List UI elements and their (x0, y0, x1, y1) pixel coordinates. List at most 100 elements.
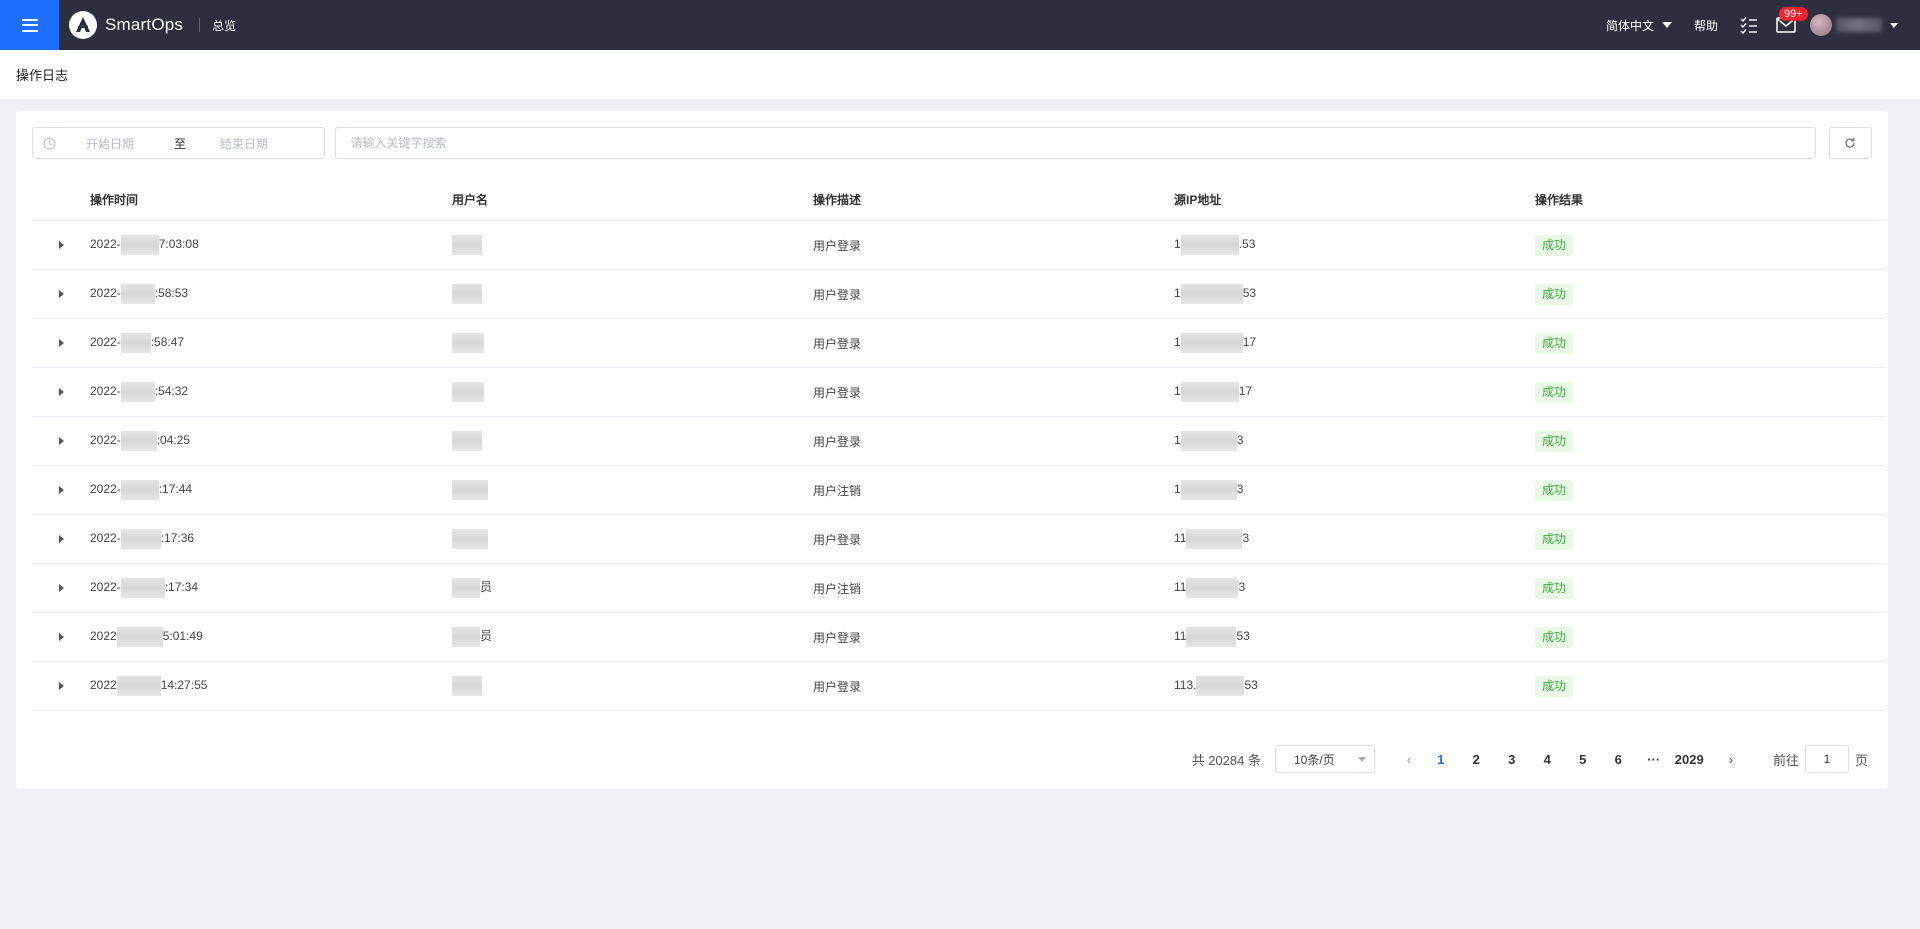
masked-value (120, 480, 159, 500)
expand-row-icon[interactable] (58, 584, 64, 592)
masked-value (452, 235, 482, 255)
cell-result: 成功 (1535, 283, 1886, 305)
page-size-select[interactable]: 10条/页 (1274, 745, 1375, 773)
notification-badge: 99+ (1779, 7, 1808, 21)
cell-result: 成功 (1535, 332, 1886, 354)
status-badge: 成功 (1535, 577, 1574, 599)
nav-overview-link[interactable]: 总览 (212, 17, 236, 34)
end-date-input[interactable]: 结束日期 (220, 135, 268, 152)
prev-page-button[interactable]: ‹ (1395, 752, 1423, 767)
ip-prefix: 1 (1174, 384, 1181, 399)
cell-user (452, 480, 813, 500)
expand-cell (32, 388, 90, 396)
cell-time: 2022-:17:44 (90, 480, 452, 500)
cell-description: 用户登录 (813, 434, 862, 449)
cell-source-ip: 13 (1174, 431, 1535, 451)
cell-result: 成功 (1535, 528, 1886, 550)
cell-time: 2022 14:27:55 (90, 676, 452, 696)
expand-row-icon[interactable] (58, 339, 64, 347)
expand-cell (32, 290, 90, 298)
masked-value (120, 382, 155, 402)
user-name-masked[interactable] (1836, 18, 1882, 32)
expand-row-icon[interactable] (58, 486, 64, 494)
refresh-button[interactable] (1828, 127, 1872, 159)
start-date-input[interactable]: 开始日期 (86, 135, 174, 152)
time-prefix: 2022- (90, 237, 121, 252)
cell-result: 成功 (1535, 479, 1886, 501)
masked-value (452, 480, 488, 500)
masked-value (120, 235, 159, 255)
masked-value (1180, 333, 1243, 353)
masked-value (116, 676, 161, 696)
cell-source-ip: 113. 53 (1174, 676, 1535, 696)
ip-suffix: 3 (1242, 531, 1250, 546)
cell-time: 2022- 7:03:08 (90, 235, 452, 255)
ip-prefix: 11 (1174, 629, 1187, 644)
status-badge: 成功 (1535, 332, 1574, 354)
cell-description: 用户登录 (813, 385, 862, 400)
cell-source-ip: 13 (1174, 480, 1535, 500)
cell-user (452, 382, 813, 402)
ip-suffix: .53 (1238, 237, 1256, 252)
logo[interactable]: SmartOps (69, 11, 183, 39)
page-4[interactable]: 4 (1529, 752, 1565, 767)
table-row: 2022-:17:34 员 用户注销 11 3 成功 (32, 564, 1886, 613)
next-page-button[interactable]: › (1717, 752, 1745, 767)
table-body: 2022- 7:03:08 用户登录 1.53 成功 2022-:58:53 用户登录 1 53… (32, 221, 1886, 711)
status-badge: 成功 (1535, 479, 1574, 501)
masked-value (1180, 431, 1237, 451)
tasks-icon[interactable] (1740, 16, 1758, 34)
masked-value (120, 578, 165, 598)
page-3[interactable]: 3 (1494, 752, 1530, 767)
status-badge: 成功 (1535, 675, 1574, 697)
masked-value (452, 431, 482, 451)
menu-button[interactable] (0, 0, 59, 50)
date-range-separator: 至 (174, 136, 187, 151)
user-menu-chevron-icon[interactable] (1890, 22, 1898, 28)
ip-suffix: 3 (1236, 482, 1244, 497)
time-suffix: 14:27:55 (160, 678, 208, 693)
table-row: 2022-:17:44 用户注销 1 3 成功 (32, 466, 1886, 515)
expand-row-icon[interactable] (58, 535, 64, 543)
chevron-down-icon (1357, 756, 1366, 762)
expand-row-icon[interactable] (58, 241, 64, 249)
status-badge: 成功 (1535, 234, 1574, 256)
expand-row-icon[interactable] (58, 682, 64, 690)
expand-row-icon[interactable] (58, 437, 64, 445)
page-5[interactable]: 5 (1565, 752, 1601, 767)
page-2[interactable]: 2 (1458, 752, 1494, 767)
cell-user: 员 (452, 578, 813, 598)
expand-cell (32, 682, 90, 690)
help-link[interactable]: 帮助 (1694, 17, 1718, 34)
cell-result: 成功 (1535, 577, 1886, 599)
log-table: 操作时间 用户名 操作描述 源IP地址 操作结果 2022- 7:03:08 用户登… (32, 178, 1886, 711)
expand-row-icon[interactable] (58, 633, 64, 641)
cell-user (452, 333, 813, 353)
column-header-description: 操作描述 (813, 192, 862, 207)
page-last[interactable]: 2029 (1671, 752, 1707, 767)
notifications-button[interactable]: 99+ (1776, 7, 1808, 34)
cell-result: 成功 (1535, 675, 1886, 697)
page-1[interactable]: 1 (1423, 752, 1459, 767)
language-label: 简体中文 (1605, 18, 1654, 33)
page-6[interactable]: 6 (1600, 752, 1636, 767)
logo-icon (69, 11, 97, 39)
cell-description: 用户登录 (813, 532, 862, 547)
masked-value (1196, 676, 1245, 696)
expand-row-icon[interactable] (58, 388, 64, 396)
avatar[interactable] (1810, 14, 1832, 36)
ip-suffix: 3 (1236, 433, 1244, 448)
masked-value (1186, 578, 1239, 598)
time-prefix: 2022 (90, 629, 117, 644)
date-range-picker[interactable]: 开始日期 至 结束日期 (32, 127, 326, 159)
cell-description: 用户登录 (813, 336, 862, 351)
search-input[interactable] (335, 127, 1816, 159)
expand-row-icon[interactable] (58, 290, 64, 298)
goto-page-input[interactable] (1804, 745, 1849, 773)
refresh-icon (1845, 138, 1855, 148)
top-bar: SmartOps 总览 简体中文 帮助 99+ (0, 0, 1920, 50)
expand-cell (32, 241, 90, 249)
language-select[interactable]: 简体中文 (1606, 17, 1672, 34)
page-ellipsis[interactable]: ··· (1636, 752, 1672, 767)
filter-bar: 开始日期 至 结束日期 (32, 127, 1872, 159)
